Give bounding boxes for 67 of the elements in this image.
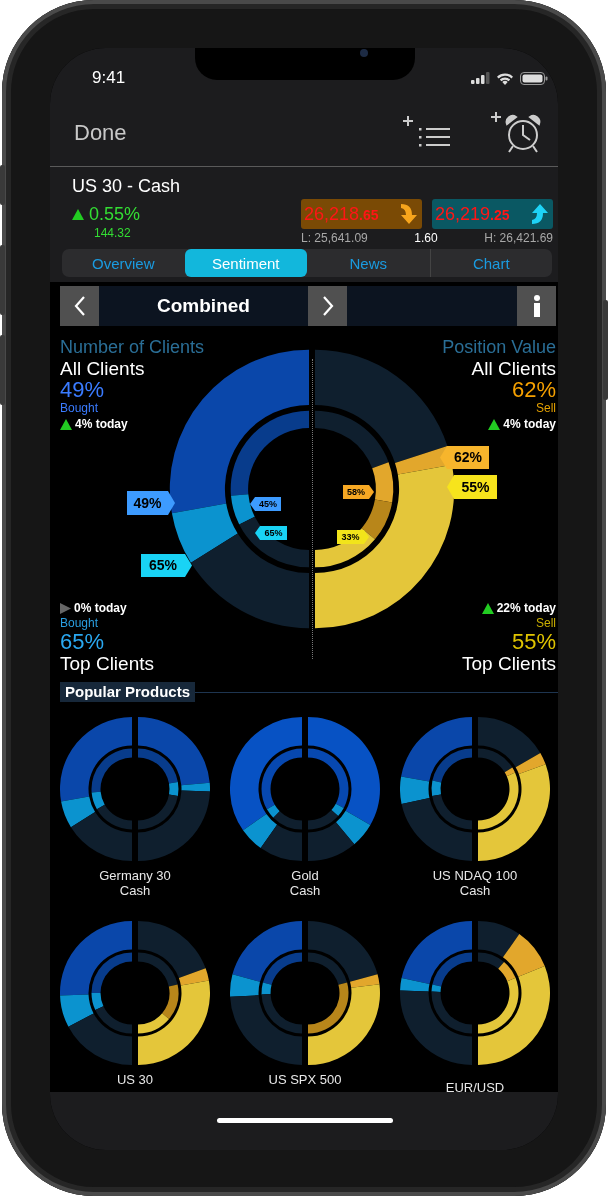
product-type: Cash [459, 883, 491, 898]
signal-icon [471, 72, 490, 84]
battery-icon [520, 71, 548, 85]
product-card[interactable]: US 30 [50, 918, 220, 1095]
points-change: 144.32 [94, 226, 132, 240]
done-button[interactable]: Done [74, 120, 127, 146]
percentage-value: 65% [60, 631, 105, 653]
side-label: Bought [60, 401, 99, 416]
view-title: Combined [156, 294, 251, 318]
product-card[interactable]: EUR/USD [390, 918, 558, 1095]
percentage-value: 49% [60, 379, 105, 401]
high-price: H: 26,421.69 [484, 231, 553, 245]
product-type: Cash [119, 883, 151, 898]
chevron-left-icon [73, 296, 86, 316]
product-name: US NDAQ 100 [432, 868, 518, 883]
product-name: US SPX 500 [268, 1072, 342, 1087]
previous-button[interactable] [60, 286, 99, 326]
tab[interactable]: Chart [429, 249, 552, 277]
next-button[interactable] [308, 286, 347, 326]
group-label: All Clients [60, 358, 145, 379]
wifi-icon [496, 71, 514, 85]
side-label: Bought [60, 616, 99, 631]
low-price: L: 25,641.09 [301, 231, 368, 245]
side-label: Sell [536, 616, 556, 631]
product-name: EUR/USD [445, 1080, 505, 1095]
daily-change: 22% today [496, 600, 556, 616]
tab[interactable]: Overview [62, 249, 185, 277]
percent-change: 0.55% [89, 204, 141, 225]
section-title: Popular Products [60, 682, 196, 702]
panel-title: Position Value [442, 337, 556, 358]
product-card[interactable]: Germany 30 Cash [50, 714, 220, 898]
panel-title: Number of Clients [60, 337, 205, 358]
percentage-tag: 58% [343, 485, 374, 499]
percentage-tag: 45% [250, 497, 281, 511]
percentage-tag: 65% [141, 554, 192, 577]
daily-change: 4% today [75, 416, 128, 432]
product-card[interactable]: US NDAQ 100 Cash [390, 714, 558, 898]
daily-change: 0% today [74, 600, 127, 616]
percentage-tag: 49% [127, 491, 175, 515]
info-button[interactable] [517, 286, 556, 326]
percentage-tag: 62% [440, 446, 489, 469]
group-label: All Clients [471, 358, 556, 379]
side-label: Sell [536, 401, 556, 416]
group-label: Top Clients [60, 653, 154, 674]
buy-price: 26,219.25 [435, 203, 510, 225]
status-time: 9:41 [92, 68, 126, 88]
instrument-title: US 30 - Cash [72, 175, 181, 197]
chevron-right-icon [321, 296, 334, 316]
product-name: US 30 [116, 1072, 154, 1087]
tab[interactable]: News [307, 249, 430, 277]
percentage-tag: 65% [255, 526, 287, 540]
sell-price: 26,218.65 [304, 203, 379, 225]
product-card[interactable]: Gold Cash [220, 714, 390, 898]
add-alarm-icon[interactable] [490, 111, 542, 155]
percentage-value: 62% [511, 379, 556, 401]
percentage-tag: 33% [337, 530, 369, 544]
product-name: Germany 30 [99, 868, 171, 883]
daily-change: 4% today [503, 416, 556, 432]
group-label: Top Clients [462, 653, 556, 674]
spread: 1.60 [414, 231, 438, 245]
product-card[interactable]: US SPX 500 [220, 918, 390, 1095]
product-type: Cash [289, 883, 321, 898]
percentage-tag: 55% [447, 475, 497, 499]
product-name: Gold [291, 868, 319, 883]
camera-lens [360, 49, 368, 57]
info-icon [532, 295, 541, 317]
percentage-value: 55% [511, 631, 556, 653]
